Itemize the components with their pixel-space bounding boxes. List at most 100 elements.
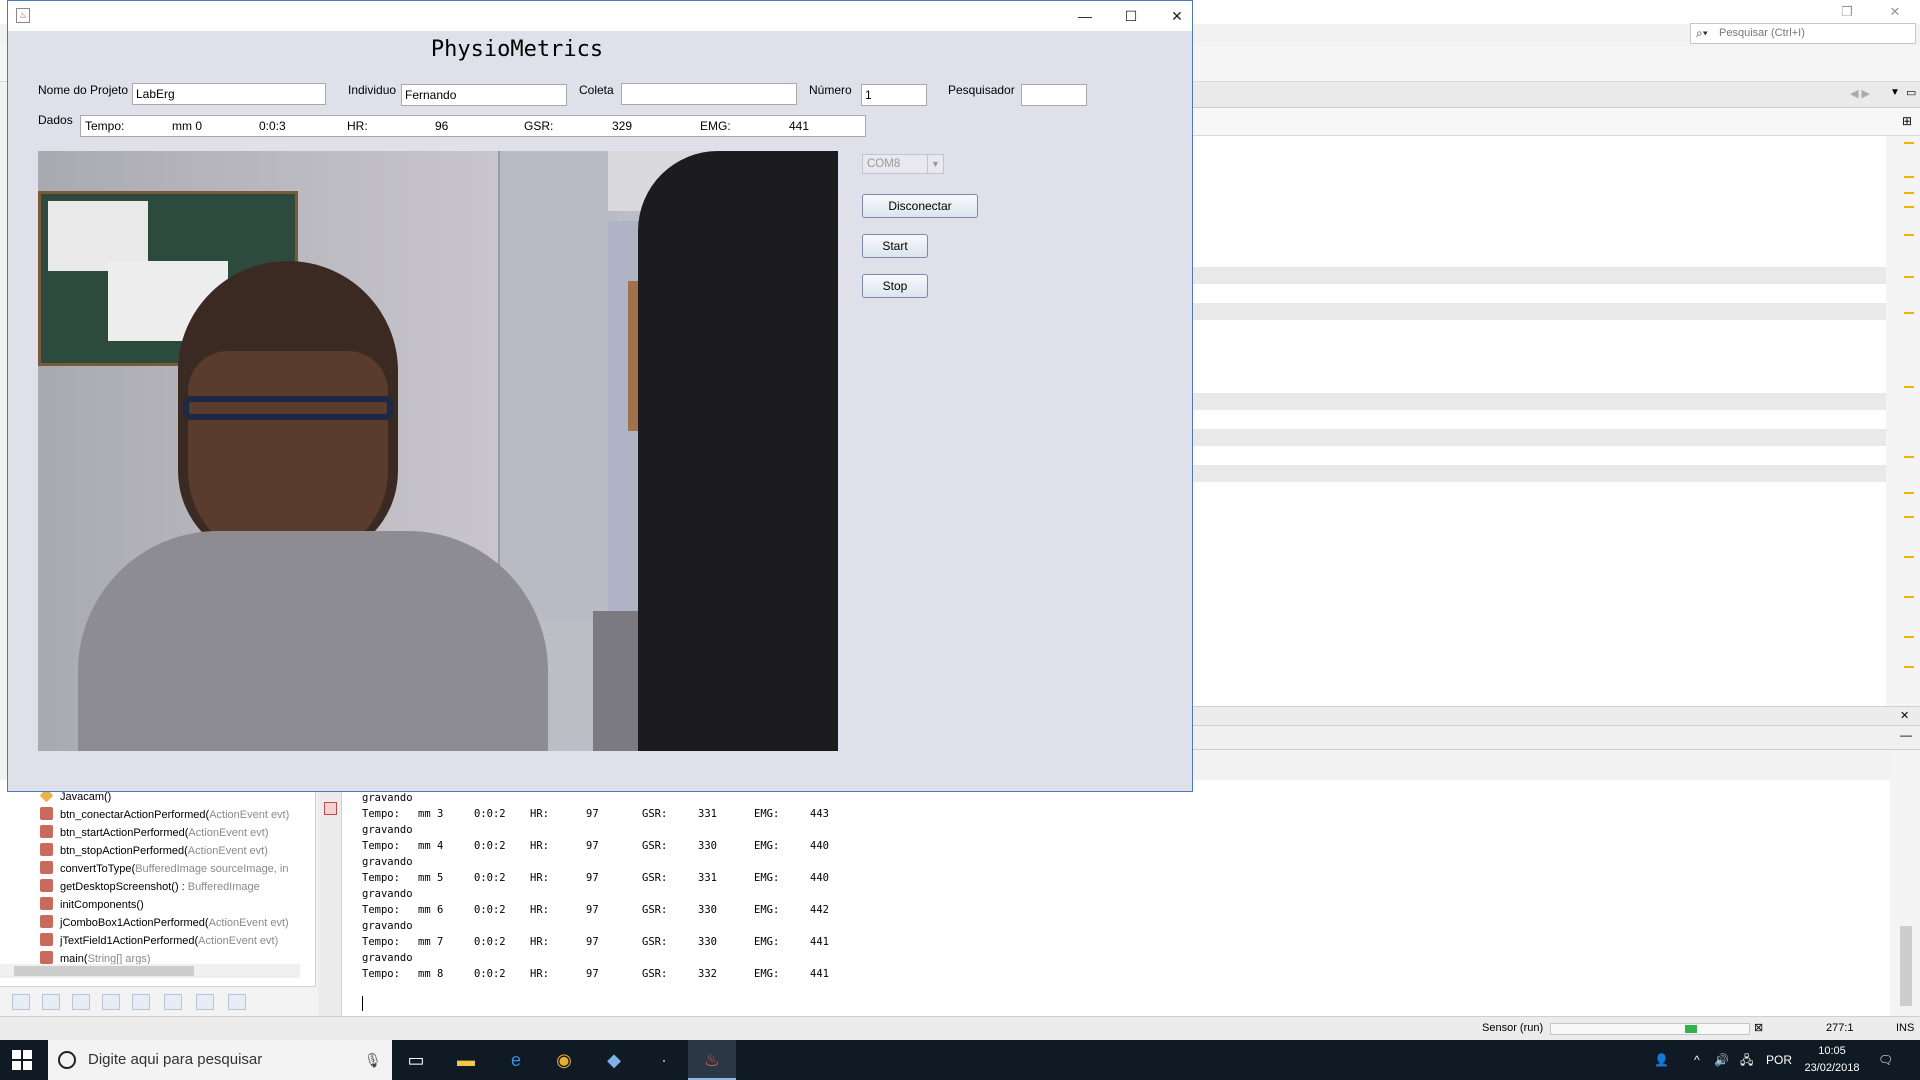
warning-marker[interactable] [1904, 234, 1914, 236]
navigator-hscrollbar[interactable] [0, 964, 300, 978]
method-icon [40, 915, 53, 928]
number-input[interactable]: 1 [861, 84, 927, 106]
navigator-item[interactable]: jTextField1ActionPerformed(ActionEvent e… [40, 932, 278, 950]
stop-button[interactable]: Stop [862, 274, 928, 298]
warning-marker[interactable] [1904, 192, 1914, 194]
chevron-down-icon[interactable]: ▼ [927, 155, 943, 173]
split-icon[interactable]: ⊞ [1902, 114, 1912, 128]
panel-divider[interactable]: ✕ [1190, 706, 1920, 726]
filter-icon[interactable] [12, 994, 30, 1010]
warning-marker[interactable] [1904, 666, 1914, 668]
navigator-item[interactable]: initComponents() [40, 896, 144, 914]
researcher-input[interactable] [1021, 84, 1087, 106]
ide-restore-icon[interactable]: ❐ [1832, 2, 1862, 22]
navigator-item[interactable]: getDesktopScreenshot() : BufferedImage [40, 878, 260, 896]
warning-marker[interactable] [1904, 206, 1914, 208]
output-gsr-label: GSR: [642, 904, 668, 916]
network-icon[interactable]: 🖧 [1740, 1040, 1753, 1080]
editor-error-stripe[interactable] [1886, 136, 1920, 706]
file-explorer-icon[interactable]: ▬ [442, 1040, 490, 1080]
windows-start-icon[interactable] [12, 1050, 32, 1070]
project-input[interactable]: LabErg [132, 83, 326, 105]
java-process-icon[interactable]: · [640, 1040, 688, 1080]
navigator-item-name: btn_conectarActionPerformed( [60, 809, 210, 821]
navigator-panel: Javacam() btn_conectarActionPerformed(Act… [0, 780, 316, 1016]
door [498, 151, 618, 621]
scroll-thumb[interactable] [1900, 926, 1912, 1006]
warning-marker[interactable] [1904, 456, 1914, 458]
sort-name-icon[interactable] [196, 994, 214, 1010]
warning-marker[interactable] [1904, 142, 1914, 144]
tray-chevron-icon[interactable]: ^ [1694, 1040, 1700, 1080]
researcher-label: Pesquisador [948, 83, 1015, 97]
navigator-item[interactable]: convertToType(BufferedImage sourceImage,… [40, 860, 288, 878]
navigator-item[interactable]: jComboBox1ActionPerformed(ActionEvent ev… [40, 914, 289, 932]
output-hr-label: HR: [530, 840, 549, 852]
output-scrollbar[interactable] [1890, 750, 1920, 1016]
warning-marker[interactable] [1904, 492, 1914, 494]
minimize-panel-icon[interactable]: — [1900, 728, 1912, 742]
warning-marker[interactable] [1904, 176, 1914, 178]
serial-port-select[interactable]: COM8 ▼ [862, 154, 944, 174]
microphone-icon[interactable]: 🎙 [364, 1040, 382, 1080]
language-indicator[interactable]: POR [1766, 1040, 1792, 1080]
volume-icon[interactable]: 🔊 [1714, 1040, 1729, 1080]
fields-icon[interactable] [42, 994, 60, 1010]
output-emg: 443 [810, 808, 829, 820]
people-icon[interactable]: 👤 [1654, 1040, 1669, 1080]
task-view-icon[interactable]: ▭ [392, 1040, 440, 1080]
start-button[interactable]: Start [862, 234, 928, 258]
close-panel-icon[interactable]: ✕ [1900, 709, 1909, 722]
warning-marker[interactable] [1904, 386, 1914, 388]
warning-marker[interactable] [1904, 276, 1914, 278]
close-icon[interactable]: ✕ [1154, 1, 1200, 31]
sort-icon[interactable] [164, 994, 182, 1010]
warning-marker[interactable] [1904, 312, 1914, 314]
warning-marker[interactable] [1904, 556, 1914, 558]
output-hr: 97 [586, 936, 599, 948]
hr-value: 96 [435, 119, 449, 133]
navigator-item[interactable]: btn_stopActionPerformed(ActionEvent evt) [40, 842, 268, 860]
code-editor[interactable] [1190, 136, 1890, 706]
navigator-item-type: ActionEvent evt) [198, 935, 279, 947]
navigator-item[interactable]: btn_conectarActionPerformed(ActionEvent … [40, 806, 289, 824]
collection-input[interactable] [621, 83, 797, 105]
running-task-label[interactable]: Sensor (run) [1482, 1022, 1543, 1034]
physiometrics-taskbar-icon[interactable]: ♨ [688, 1040, 736, 1080]
warning-marker[interactable] [1904, 516, 1914, 518]
chrome-icon[interactable]: ◉ [540, 1040, 588, 1080]
warning-marker[interactable] [1904, 596, 1914, 598]
scroll-thumb[interactable] [14, 966, 194, 976]
inherited-icon[interactable] [132, 994, 150, 1010]
sort-source-icon[interactable] [228, 994, 246, 1010]
search-icon: ⌕▾ [1696, 26, 1708, 40]
output-mm: mm 7 [418, 936, 444, 948]
notification-center-icon[interactable]: 🗨 [1878, 1040, 1893, 1080]
tab-nav-icons[interactable]: ◀ ▶ [1850, 87, 1870, 100]
taskbar-search-input[interactable]: Digite aqui para pesquisar 🎙 [48, 1040, 392, 1080]
subject-label: Individuo [348, 83, 397, 97]
gsr-value: 329 [612, 119, 633, 133]
warning-marker[interactable] [1904, 636, 1914, 638]
maximize-icon[interactable]: ☐ [1108, 1, 1154, 31]
output-emg-label: EMG: [754, 936, 780, 948]
maximize-editor-icon[interactable]: ▭ [1906, 86, 1916, 99]
disconnect-button[interactable]: Disconectar [862, 194, 978, 218]
static-icon[interactable] [72, 994, 90, 1010]
tab-list-icon[interactable]: ▼ [1890, 87, 1900, 98]
output-console[interactable]: Tempo:mm 20:0:2HR:97GSR:330EMG:441gravan… [342, 776, 1890, 1016]
ide-search-input[interactable]: ⌕▾ Pesquisar (Ctrl+I) [1690, 23, 1916, 44]
navigator-item[interactable]: btn_startActionPerformed(ActionEvent evt… [40, 824, 268, 842]
ide-close-icon[interactable]: ✕ [1880, 2, 1910, 22]
netbeans-icon[interactable]: ◆ [590, 1040, 638, 1080]
stop-run-icon[interactable] [324, 802, 337, 815]
output-t: 0:0:2 [474, 936, 506, 948]
minimize-icon[interactable]: — [1062, 1, 1108, 31]
edge-browser-icon[interactable]: e [492, 1040, 540, 1080]
cancel-task-icon[interactable]: ⊠ [1754, 1021, 1763, 1034]
navigator-item-name: jComboBox1ActionPerformed( [60, 917, 209, 929]
lock-icon[interactable] [102, 994, 120, 1010]
clock[interactable]: 10:05 23/02/2018 [1798, 1043, 1866, 1077]
navigator-item-name: btn_startActionPerformed( [60, 827, 189, 839]
subject-input[interactable]: Fernando [401, 84, 567, 106]
